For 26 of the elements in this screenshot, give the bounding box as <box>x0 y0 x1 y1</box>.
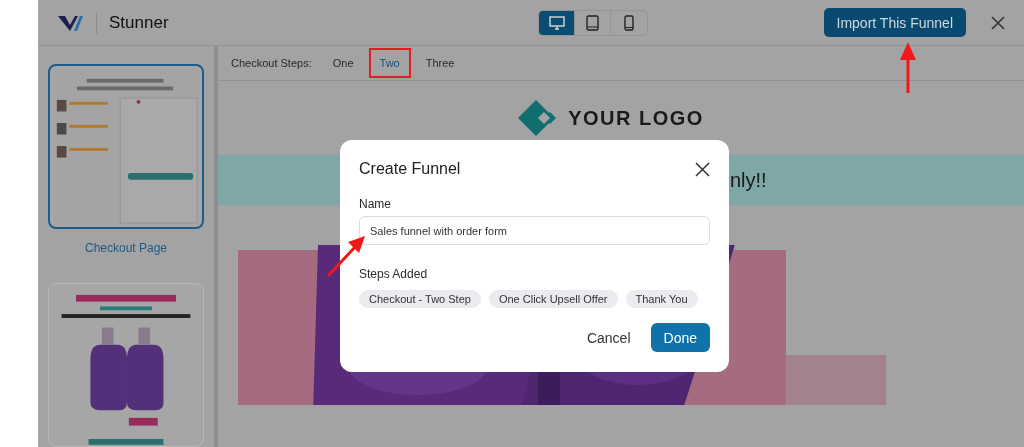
section-label: Steps Added <box>359 267 429 281</box>
close-icon[interactable] <box>695 161 710 177</box>
step-tab[interactable]: Three <box>414 48 466 78</box>
annotation-arrow <box>900 42 916 93</box>
steps-label: Checkout Steps: <box>231 57 312 69</box>
step-chip: Checkout - Two Step <box>359 290 481 308</box>
app-title: Stunner <box>109 12 169 33</box>
desktop-icon <box>548 15 565 30</box>
phone-icon <box>624 14 634 31</box>
import-button[interactable]: Import This Funnel <box>823 8 966 37</box>
desktop-view-button[interactable] <box>539 10 575 35</box>
step-chip: One Click Upsell Offer <box>488 290 618 308</box>
template-label: Checkout Page <box>84 240 168 255</box>
cancel-button[interactable]: Cancel <box>574 323 643 352</box>
close-icon[interactable] <box>990 14 1006 31</box>
step-tab[interactable]: One <box>321 48 365 78</box>
field-label: Name <box>359 197 392 211</box>
done-button[interactable]: Done <box>650 323 710 352</box>
dialog-title: Create Funnel <box>359 160 461 178</box>
tablet-icon <box>586 14 599 31</box>
step-chip: Thank You <box>625 290 698 308</box>
banner-text: nly!! <box>730 168 767 192</box>
logo-icon <box>58 13 84 32</box>
name-field[interactable]: Sales funnel with order form <box>359 216 710 245</box>
step-tab[interactable]: Two <box>368 48 411 78</box>
logo-text: YOUR LOGO <box>568 106 704 130</box>
